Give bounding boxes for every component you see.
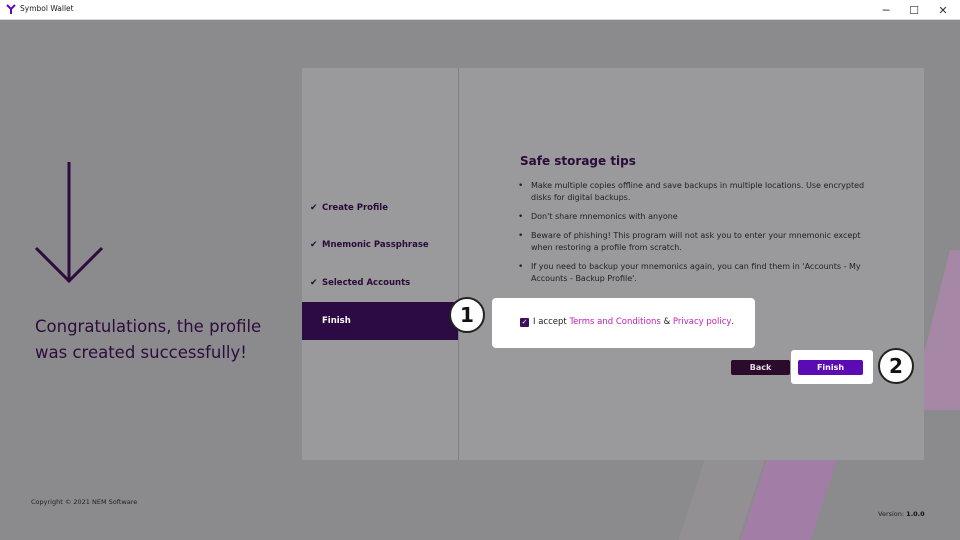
- back-button[interactable]: Back: [731, 360, 790, 375]
- finish-highlight: Finish: [791, 350, 873, 384]
- title-bar: Symbol Wallet ─ ☐ ✕: [0, 0, 960, 20]
- close-button[interactable]: ✕: [928, 0, 958, 20]
- tips-list: Make multiple copies offline and save ba…: [518, 180, 868, 292]
- down-arrow-icon: [34, 162, 104, 284]
- finish-button[interactable]: Finish: [798, 360, 863, 375]
- minimize-icon: ─: [882, 3, 890, 17]
- step-label: Selected Accounts: [322, 278, 411, 288]
- agreement-box: ✓ I accept Terms and Conditions & Privac…: [492, 298, 755, 348]
- annotation-number: 1: [460, 303, 474, 327]
- accept-checkbox[interactable]: ✓: [520, 317, 529, 327]
- tips-title: Safe storage tips: [520, 154, 636, 168]
- panel-divider: [458, 68, 459, 460]
- step-mnemonic-passphrase: ✔ Mnemonic Passphrase: [302, 226, 458, 264]
- minimize-button[interactable]: ─: [871, 0, 901, 20]
- success-message: Congratulations, the profile was created…: [35, 317, 262, 362]
- terms-link[interactable]: Terms and Conditions: [569, 317, 660, 327]
- privacy-link[interactable]: Privacy policy: [673, 317, 732, 327]
- copyright-text: Copyright © 2021 NEM Software: [31, 498, 138, 506]
- agreement-row: ✓ I accept Terms and Conditions & Privac…: [520, 317, 734, 327]
- app-content: Congratulations, the profile was created…: [0, 20, 960, 540]
- maximize-icon: ☐: [909, 3, 919, 17]
- ampersand: &: [663, 317, 671, 327]
- accept-suffix: .: [731, 317, 735, 327]
- annotation-number: 2: [889, 354, 903, 378]
- check-icon: ✔: [310, 240, 318, 250]
- symbol-logo-icon: [6, 4, 16, 14]
- step-label: Create Profile: [322, 203, 388, 213]
- window-title: Symbol Wallet: [20, 4, 74, 13]
- step-label: Mnemonic Passphrase: [322, 240, 429, 250]
- accept-prefix: I accept: [533, 317, 567, 327]
- tip-item: Don't share mnemonics with anyone: [518, 211, 868, 223]
- step-create-profile: ✔ Create Profile: [302, 189, 458, 227]
- annotation-badge-1: 1: [449, 297, 485, 333]
- step-finish: Finish: [302, 302, 458, 340]
- maximize-button[interactable]: ☐: [899, 0, 929, 20]
- step-selected-accounts: ✔ Selected Accounts: [302, 264, 458, 302]
- check-icon: ✔: [310, 278, 318, 288]
- wizard-panel: ✔ Create Profile ✔ Mnemonic Passphrase ✔…: [302, 68, 924, 460]
- tip-item: Make multiple copies offline and save ba…: [518, 180, 868, 204]
- tip-item: Beware of phishing! This program will no…: [518, 230, 868, 254]
- version-text: Version: 1.0.0: [878, 510, 925, 518]
- version-label: Version:: [878, 510, 905, 518]
- version-value: 1.0.0: [906, 510, 925, 518]
- check-icon: ✔: [310, 203, 318, 213]
- annotation-badge-2: 2: [878, 348, 914, 384]
- tip-item: If you need to backup your mnemonics aga…: [518, 261, 868, 285]
- close-icon: ✕: [938, 3, 948, 17]
- step-label: Finish: [322, 316, 351, 326]
